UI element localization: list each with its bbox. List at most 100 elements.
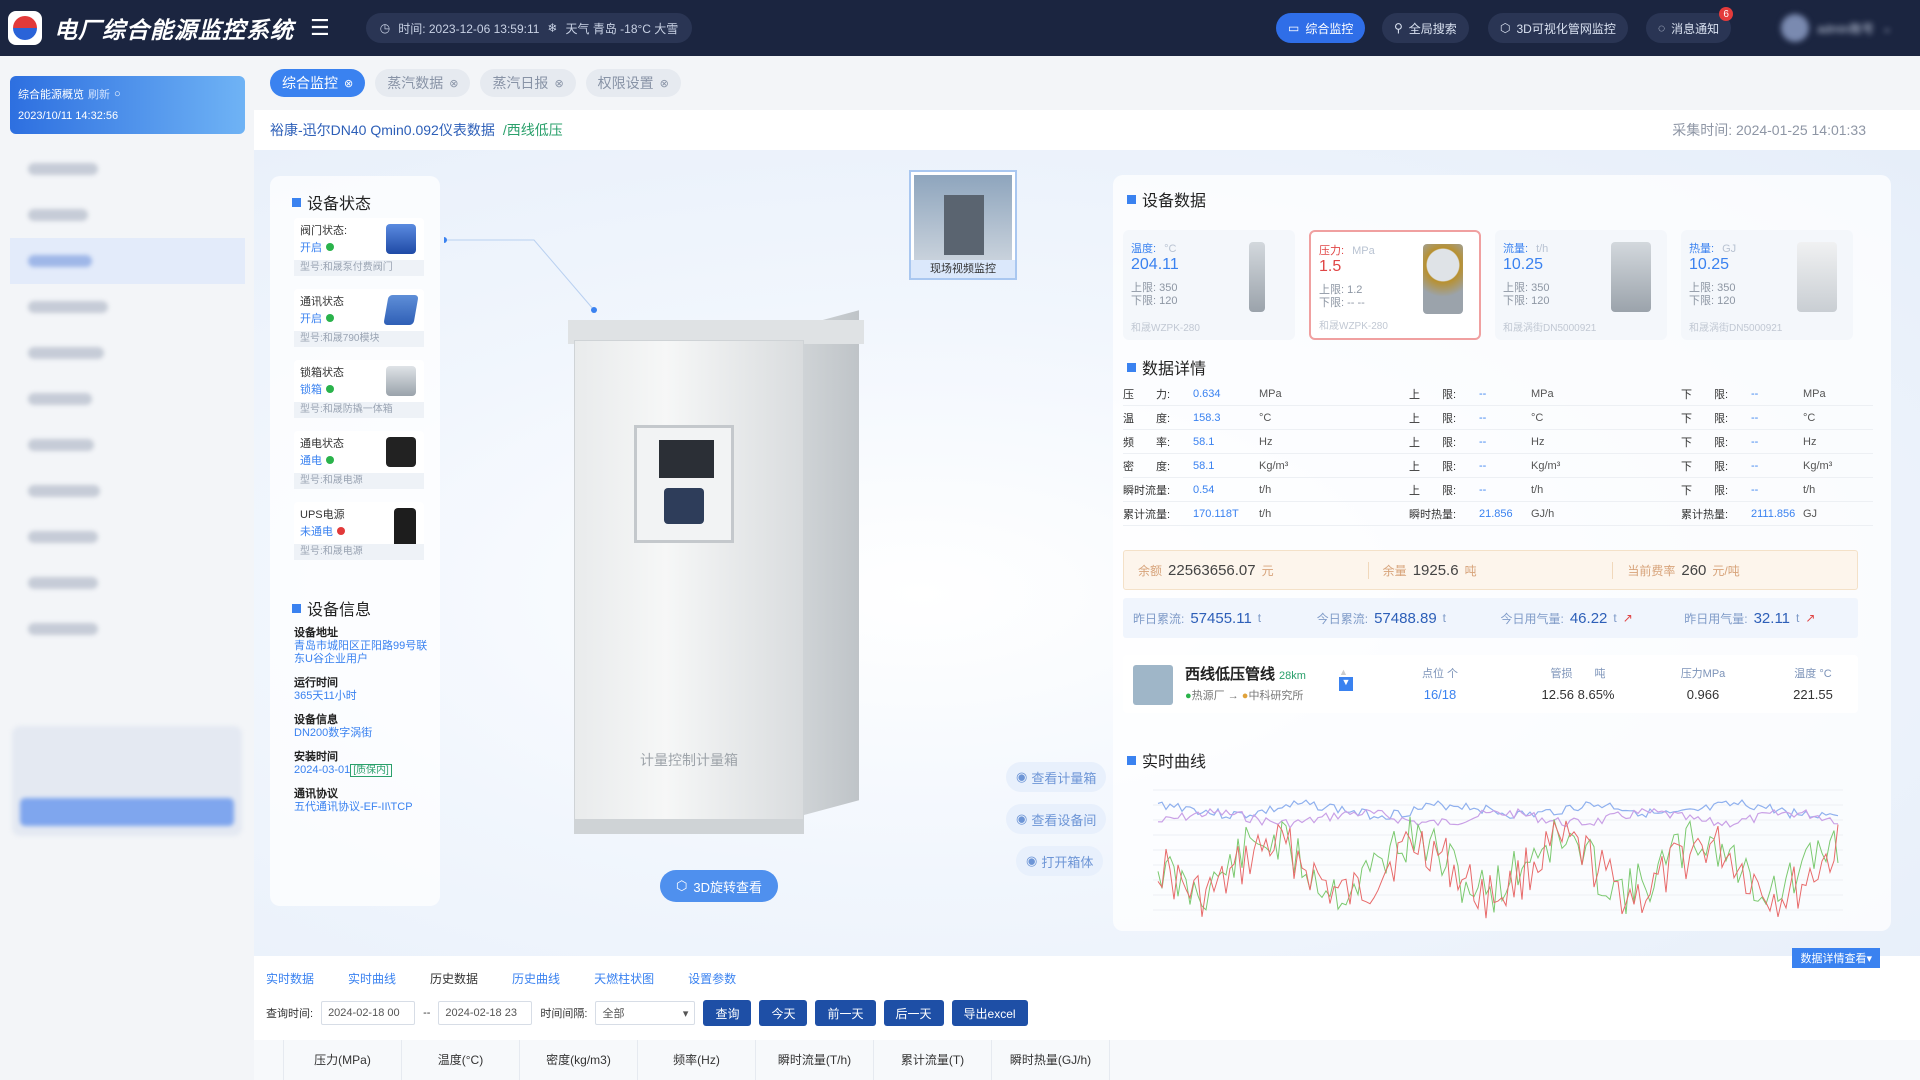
chevron-down-icon: ⌄ [1881, 21, 1892, 35]
flow-card[interactable]: 流量: t/h 10.25 上限: 350 下限: 120 和晟涡街DN500092… [1495, 230, 1667, 340]
detail-cell-value: 58.1 [1193, 459, 1215, 472]
temperature-card[interactable]: 温度: °C 204.11 上限: 350 下限: 120 和晟WZPK-280 [1123, 230, 1295, 340]
detail-cell-unit: Kg/m³ [1259, 459, 1289, 472]
realtime-curve-title: 实时曲线 [1127, 748, 1206, 772]
history-table-header: 压力(MPa) 温度(°C) 密度(kg/m3) 频率(Hz) 瞬时流量(T/h… [254, 1040, 1920, 1080]
status-dot [326, 243, 334, 251]
device-info-list: 设备地址 青岛市城阳区正阳路99号联东U谷企业用户 运行时间 365天11小时 … [294, 627, 428, 813]
chevron-down-icon: ▾ [682, 1007, 689, 1020]
nav-global-search-button[interactable]: ⚲ 全局搜索 [1382, 13, 1469, 43]
menu-toggle-icon[interactable]: ☰ [310, 15, 330, 41]
detail-cell-value: 0.634 [1193, 387, 1221, 400]
tab-realtime-curve[interactable]: 实时曲线 [348, 966, 396, 991]
curve-series [1157, 799, 1839, 820]
sidebar-item[interactable] [10, 606, 245, 652]
user-name: admin账号 [1817, 21, 1874, 36]
sidebar-item[interactable] [10, 468, 245, 514]
pipeline-length: 28km [1279, 670, 1306, 682]
close-icon[interactable]: ⊗ [344, 77, 353, 90]
rotate-3d-button[interactable]: ⬡ 3D旋转查看 [660, 870, 778, 902]
sidebar-item[interactable] [10, 376, 245, 422]
refresh-link[interactable]: 刷新 [88, 86, 110, 102]
sidebar-item[interactable] [10, 330, 245, 376]
close-icon[interactable]: ⊗ [554, 77, 563, 90]
sidebar-promo[interactable] [12, 726, 242, 836]
column-header[interactable]: 压力(MPa) [284, 1040, 402, 1080]
tab-history-curve[interactable]: 历史曲线 [512, 966, 560, 991]
valve-icon [386, 224, 416, 254]
app-logo [8, 11, 42, 45]
sidebar-item[interactable] [10, 284, 245, 330]
trend-up-icon: ↗ [1805, 611, 1816, 625]
balance-bar: 余额 22563656.07 元 余量 1925.6 吨 当前费率 260 元/吨 [1123, 550, 1858, 590]
detail-cell-uu: GJ/h [1531, 507, 1555, 520]
overview-card[interactable]: 综合能源概览 刷新 ○ 2023/10/11 14:32:56 [10, 76, 245, 134]
detail-cell-uv: -- [1479, 483, 1487, 496]
detail-cell-ul: 上 限: [1409, 484, 1457, 497]
view-meter-box-button[interactable]: ◉ 查看计量箱 [1006, 762, 1107, 792]
column-header[interactable]: 瞬时流量(T/h) [756, 1040, 874, 1080]
meter-cabinet-3d[interactable]: 计量控制计量箱 [568, 300, 864, 834]
user-menu[interactable]: admin账号 ⌄ [1781, 13, 1892, 43]
detail-cell-name: 频 率: [1123, 436, 1171, 449]
sidebar-item-active[interactable] [10, 238, 245, 284]
end-time-input[interactable]: 2024-02-18 23 [438, 1001, 533, 1025]
query-button[interactable]: 查询 [703, 1000, 752, 1026]
flowmeter-icon [1611, 242, 1651, 312]
close-icon[interactable]: ⊗ [449, 77, 458, 90]
tab-settings[interactable]: 设置参数 [688, 966, 736, 991]
sidebar-item[interactable] [10, 560, 245, 606]
column-header[interactable]: 频率(Hz) [638, 1040, 756, 1080]
realtime-curve-chart[interactable] [1123, 770, 1868, 920]
current-time: 时间: 2023-12-06 13:59:11 [398, 21, 540, 36]
export-excel-button[interactable]: 导出excel [951, 1000, 1028, 1026]
tab-permission-settings[interactable]: 权限设置 ⊗ [585, 69, 681, 97]
sidebar-item[interactable] [10, 146, 245, 192]
time-weather-pill: ◷ 时间: 2023-12-06 13:59:11 ❄ 天气 青岛 -18°C … [365, 13, 693, 43]
heat-card[interactable]: 热量: GJ 10.25 上限: 350 下限: 120 和晟涡街DN5000921 [1681, 230, 1853, 340]
column-header[interactable]: 瞬时热量(GJ/h) [992, 1040, 1110, 1080]
column-header[interactable]: 密度(kg/m3) [520, 1040, 638, 1080]
video-label: 现场视频监控 [911, 260, 1015, 278]
detail-cell-name: 压 力: [1123, 388, 1171, 401]
next-day-button[interactable]: 后一天 [883, 1000, 944, 1026]
cube-icon: ⬡ [1500, 21, 1511, 35]
meter-title: 裕康-迅尔DN40 Qmin0.092仪表数据 [270, 122, 495, 138]
start-time-input[interactable]: 2024-02-18 00 [321, 1001, 416, 1025]
tab-realtime-data[interactable]: 实时数据 [266, 966, 314, 991]
column-header[interactable]: 温度(°C) [402, 1040, 520, 1080]
pipeline-scroll-control[interactable]: ▲ ▼ [1339, 667, 1353, 701]
device-status-title: 设备状态 [292, 190, 371, 214]
data-detail-row: 温 度: 158.3 °C 上 限: -- °C 下 限: -- °C [1123, 406, 1873, 430]
sidebar-item[interactable] [10, 514, 245, 560]
nav-notifications-button[interactable]: ◌ 消息通知 6 [1646, 7, 1734, 43]
sidebar-item[interactable] [10, 192, 245, 238]
pressure-card[interactable]: 压力: MPa 1.5 上限: 1.2 下限: -- -- 和晟WZPK-280 [1309, 230, 1481, 340]
prev-day-button[interactable]: 前一天 [815, 1000, 876, 1026]
detail-cell-unit: t/h [1259, 483, 1272, 496]
tab-steam-daily[interactable]: 蒸汽日报 ⊗ [480, 69, 576, 97]
nav-3d-pipe-monitor-button[interactable]: ⬡ 3D可视化管网监控 [1488, 13, 1628, 43]
open-box-button[interactable]: ◉ 打开箱体 [1016, 846, 1104, 876]
query-bar: 查询时间: 2024-02-18 00 -- 2024-02-18 23 时间间… [266, 1000, 1028, 1026]
status-dot [326, 314, 334, 322]
close-icon[interactable]: ⊗ [660, 77, 669, 90]
site-video-monitor[interactable]: 现场视频监控 [909, 170, 1017, 280]
tab-integrated-monitor[interactable]: 综合监控 ⊗ [270, 69, 366, 97]
detail-cell-unit: MPa [1259, 387, 1282, 400]
pipeline-card[interactable]: 西线低压管线 28km ●热源厂 → ●中科研究所 ▲ ▼ 点位 个 16/18 管… [1123, 655, 1858, 713]
detail-cell-uv: -- [1479, 387, 1487, 400]
data-detail-view-button[interactable]: 数据详情查看 ▾ [1792, 948, 1880, 968]
interval-select[interactable]: 全部 ▾ [595, 1001, 696, 1025]
sidebar-item[interactable] [10, 422, 245, 468]
pressure-gauge-icon [1423, 244, 1463, 314]
today-button[interactable]: 今天 [759, 1000, 808, 1026]
nav-integrated-monitor-button[interactable]: ▭ 综合监控 [1276, 13, 1366, 43]
tab-bar-chart[interactable]: 天燃柱状图 [594, 966, 654, 991]
column-header[interactable]: 累计流量(T) [874, 1040, 992, 1080]
detail-cell-lu: Kg/m³ [1803, 459, 1833, 472]
view-device-room-button[interactable]: ◉ 查看设备间 [1006, 804, 1107, 834]
tab-history-data[interactable]: 历史数据 [430, 966, 478, 991]
tab-steam-data[interactable]: 蒸汽数据 ⊗ [375, 69, 471, 97]
thermometer-icon [1249, 242, 1265, 312]
